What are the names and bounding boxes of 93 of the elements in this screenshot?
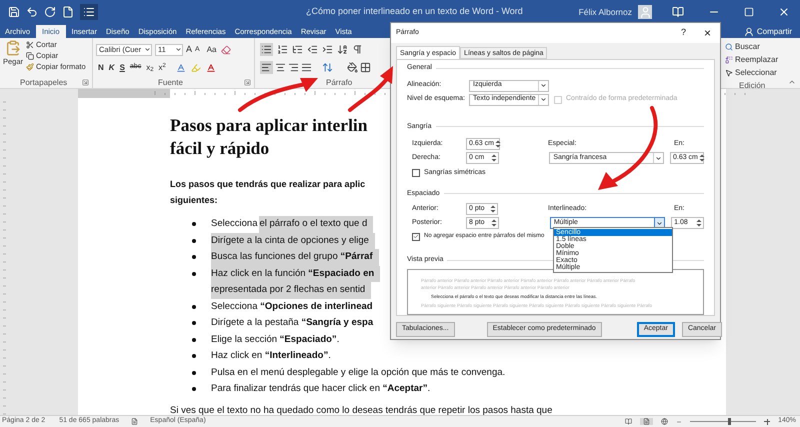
print-layout-button[interactable] — [640, 418, 654, 425]
chevron-down-icon — [144, 46, 151, 54]
multilevel-list-icon[interactable] — [292, 44, 303, 55]
spin-arrows-icon[interactable] — [698, 153, 706, 163]
change-case-button[interactable]: Aa — [206, 44, 216, 56]
web-layout-icon[interactable] — [661, 418, 668, 425]
list-item-text: Selecciona — [211, 217, 258, 231]
chevron-down-icon — [656, 220, 664, 226]
spin-arrows-icon[interactable] — [489, 204, 498, 214]
editing-command[interactable]: Buscar — [725, 41, 786, 53]
list-menu-button[interactable] — [80, 4, 98, 20]
zoom-in-icon[interactable] — [764, 418, 770, 424]
group-label: Portapapeles — [20, 76, 68, 88]
align-left-icon — [261, 62, 272, 73]
user-name: Félix Albornoz — [578, 6, 632, 18]
save-icon[interactable] — [8, 6, 20, 18]
align-left-button[interactable] — [260, 61, 273, 74]
check-icon — [413, 233, 419, 240]
bullets-button[interactable] — [260, 43, 273, 56]
group-label: Párrafo — [326, 76, 352, 88]
checkbox[interactable] — [412, 232, 420, 240]
replace-icon — [725, 56, 733, 64]
list-item-text: el párrafo o el texto que d — [259, 216, 374, 232]
undo-icon[interactable] — [26, 6, 38, 18]
format-button[interactable]: N — [98, 62, 104, 74]
ribbon-display-icon[interactable] — [672, 6, 684, 18]
justify-icon[interactable] — [301, 62, 312, 73]
format-button[interactable]: S — [120, 62, 125, 74]
bullet-list-icon — [261, 44, 272, 55]
person-icon — [744, 26, 754, 36]
grow-font-button[interactable]: A — [186, 43, 192, 56]
increase-indent-icon[interactable] — [322, 44, 333, 55]
page-icon — [643, 418, 650, 425]
list-item-text: Busca las funciones del grupo “Párraf — [211, 249, 379, 266]
new-document-icon[interactable] — [62, 6, 74, 18]
chevron-down-icon — [655, 154, 662, 162]
sort-icon[interactable] — [337, 44, 348, 55]
window-title: ¿Cómo poner interlineado en un texto de Word - Word — [306, 5, 523, 18]
close-icon[interactable] — [778, 6, 790, 18]
format-button[interactable]: x$^{2}$ — [158, 62, 166, 74]
spin-arrows-icon[interactable] — [494, 139, 502, 149]
numbering-icon[interactable] — [277, 44, 288, 55]
close-button[interactable]: × — [704, 24, 711, 42]
search-icon — [725, 43, 733, 51]
editing-command[interactable]: Seleccionar — [725, 67, 786, 79]
list-item-text: representada por 2 flechas en sentid — [211, 282, 372, 298]
person-icon — [638, 6, 652, 19]
list-item-text: Selecciona “Opciones de interlinead — [211, 300, 373, 314]
pointer-icon — [725, 69, 733, 77]
font-color-icon[interactable] — [206, 62, 216, 72]
dialog-launcher-icon[interactable] — [244, 79, 251, 86]
redo-icon[interactable] — [44, 6, 56, 18]
maximize-icon[interactable] — [744, 7, 754, 17]
zoom-slider-thumb[interactable] — [728, 418, 731, 425]
help-button[interactable]: ? — [680, 26, 686, 40]
chevron-down-icon — [175, 46, 182, 54]
spin-arrows-icon[interactable] — [695, 218, 703, 228]
read-mode-icon[interactable] — [625, 418, 632, 425]
document-heading: Pasos para aplicar interlin fácil y rápido — [170, 114, 368, 160]
list-item-text: Para finalizar tendrás que hacer click en “Aceptar”. — [211, 382, 430, 396]
list-item-text: Haz click en “Interlineado”. — [211, 349, 331, 363]
pilcrow-icon[interactable] — [352, 44, 363, 55]
list-item-text: Dirígete a la pestaña “Sangría y espa — [211, 316, 374, 330]
list-item-text: Dirígete a la cinta de opciones y elige — [211, 232, 375, 249]
group-label: Fuente — [158, 76, 183, 88]
scissors-icon — [26, 41, 34, 49]
spin-arrows-icon[interactable] — [490, 153, 498, 163]
share-button[interactable]: Compartir — [744, 25, 792, 38]
intro-paragraph: Los pasos que tendrás que realizar para aplic siguientes: — [170, 178, 366, 207]
align-right-icon[interactable] — [288, 62, 299, 73]
clipboard-icon — [5, 40, 21, 56]
format-button[interactable]: x$_{2}$ — [146, 62, 154, 74]
checkbox[interactable] — [412, 169, 420, 178]
collapse-ribbon-icon[interactable] — [788, 78, 796, 86]
list-item-text: Haz click en la función “Espaciado en — [211, 266, 380, 282]
line-spacing-icon[interactable] — [322, 62, 333, 73]
editing-command[interactable]: Reemplazar — [725, 54, 786, 66]
eraser-icon[interactable] — [221, 44, 232, 55]
dialog-launcher-icon[interactable] — [82, 79, 89, 86]
list-item-text: Pulsa en el menú desplegable y elige la opción que más te convenga. — [211, 366, 506, 380]
spin-arrows-icon[interactable] — [490, 218, 498, 228]
list-item-text: Elige la sección “Espaciado”. — [211, 332, 340, 346]
align-center-icon[interactable] — [275, 62, 286, 73]
text-effects-icon[interactable] — [176, 62, 186, 72]
proofing-icon[interactable] — [131, 418, 138, 425]
group-label: Edición — [739, 80, 766, 92]
paintbrush-icon — [26, 63, 34, 71]
copy-icon — [26, 52, 34, 60]
format-button[interactable]: K — [108, 62, 115, 74]
shading-icon[interactable] — [347, 62, 358, 73]
borders-icon[interactable] — [360, 62, 371, 73]
decrease-indent-icon[interactable] — [307, 44, 318, 55]
body-paragraph: Si ves que el texto no ha quedado como lo deseas tendrás que repetir los pasos hasta que — [170, 404, 554, 415]
